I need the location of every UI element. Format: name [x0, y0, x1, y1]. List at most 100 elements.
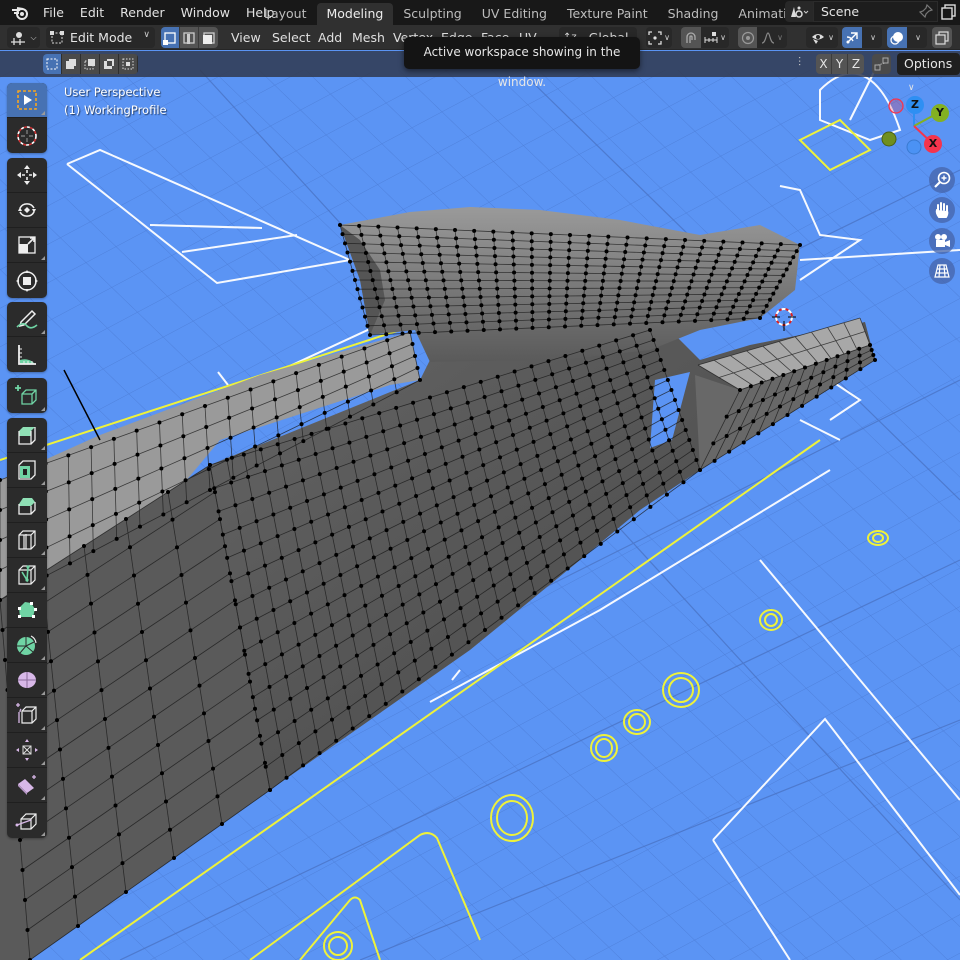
menu-mesh[interactable]: Mesh	[352, 25, 385, 50]
blender-logo-icon[interactable]	[9, 2, 31, 24]
proportional-falloff-dropdown[interactable]: ∨	[757, 27, 787, 48]
tool-transform[interactable]	[7, 263, 47, 298]
snap-toggle[interactable]	[681, 27, 701, 48]
mesh-vertex	[738, 426, 742, 431]
mesh-vertex	[711, 311, 716, 316]
tool-measure[interactable]	[7, 337, 47, 372]
select-set-button[interactable]	[43, 54, 62, 74]
xray-toggle[interactable]	[932, 27, 952, 48]
tool-cursor[interactable]	[7, 118, 47, 153]
gizmo-dropdown[interactable]: ∨	[862, 27, 882, 48]
visibility-dropdown[interactable]: ∨	[806, 27, 838, 48]
mesh-vertex	[330, 532, 335, 537]
tab-sculpting[interactable]: Sculpting	[393, 3, 471, 25]
ortho-toggle-button[interactable]	[929, 258, 955, 284]
overlays-dropdown[interactable]: ∨	[907, 27, 927, 48]
scene-name-field[interactable]: Scene	[813, 1, 938, 22]
mesh-vertex	[271, 512, 276, 517]
tool-rip-region[interactable]	[7, 803, 47, 838]
mirror-x-button[interactable]: X	[816, 54, 832, 74]
mesh-vertex	[441, 278, 446, 283]
tool-move[interactable]	[7, 158, 47, 193]
gizmo-neg-z[interactable]	[906, 139, 922, 155]
menu-window[interactable]: Window	[173, 2, 238, 24]
tool-spin[interactable]	[7, 628, 47, 663]
menu-render[interactable]: Render	[112, 2, 173, 24]
edge-select-button[interactable]	[180, 27, 199, 48]
mesh-vertex	[736, 292, 741, 297]
camera-view-button[interactable]	[929, 228, 955, 254]
mirror-y-button[interactable]: Y	[832, 54, 848, 74]
mesh-vertex	[275, 442, 280, 447]
mesh-vertex	[407, 286, 412, 291]
tool-inset-faces[interactable]	[7, 453, 47, 488]
zoom-button[interactable]	[929, 167, 955, 193]
tool-annotate[interactable]	[7, 302, 47, 337]
mesh-vertex	[719, 292, 724, 297]
tool-shrink-fatten[interactable]	[7, 733, 47, 768]
mesh-vertex	[208, 488, 212, 492]
tool-knife[interactable]	[7, 558, 47, 593]
mesh-vertex	[294, 371, 299, 376]
select-intersect-button[interactable]	[119, 54, 138, 74]
mesh-vertex	[513, 294, 517, 299]
menu-edit[interactable]: Edit	[72, 2, 112, 24]
menu-view[interactable]: View	[231, 25, 261, 50]
face-select-button[interactable]	[199, 27, 218, 48]
overlays-toggle[interactable]	[887, 27, 907, 48]
gizmo-z-axis[interactable]: Z	[906, 96, 924, 114]
mesh-vertex	[563, 486, 568, 491]
mirror-z-button[interactable]: Z	[848, 54, 864, 74]
snap-target-dropdown[interactable]: ∨	[701, 27, 729, 48]
tab-modeling[interactable]: Modeling	[316, 3, 394, 25]
mesh-vertex	[396, 313, 401, 318]
vertex-select-button[interactable]	[161, 27, 180, 48]
select-extend-button[interactable]	[62, 54, 81, 74]
tool-edge-slide[interactable]	[7, 698, 47, 733]
tool-scale[interactable]	[7, 228, 47, 263]
tab-shading[interactable]: Shading	[658, 3, 729, 25]
tool-add-cube[interactable]	[7, 378, 47, 413]
tab-uv-editing[interactable]: UV Editing	[472, 3, 557, 25]
tool-loop-cut[interactable]	[7, 523, 47, 558]
menu-file[interactable]: File	[35, 2, 72, 24]
tool-poly-build[interactable]	[7, 593, 47, 628]
mesh-vertex	[288, 505, 293, 510]
tab-layout[interactable]: Layout	[254, 3, 317, 25]
options-dropdown[interactable]: Options ∨	[897, 53, 960, 93]
tool-smooth[interactable]	[7, 663, 47, 698]
new-scene-icon[interactable]	[938, 1, 960, 22]
tool-bevel[interactable]	[7, 488, 47, 523]
mesh-vertex	[530, 310, 535, 315]
mode-dropdown[interactable]: Edit Mode ∨	[46, 27, 155, 48]
select-subtract-button[interactable]	[81, 54, 100, 74]
gizmo-x-axis[interactable]: X	[924, 135, 942, 153]
gizmo-neg-y[interactable]	[881, 131, 897, 147]
tool-rotate[interactable]	[7, 193, 47, 228]
menu-add[interactable]: Add	[318, 25, 342, 50]
gizmo-toggle[interactable]	[842, 27, 862, 48]
pan-button[interactable]	[929, 197, 955, 223]
mesh-vertex	[454, 236, 459, 241]
mesh-vertex	[462, 623, 467, 628]
auto-merge-toggle[interactable]	[872, 54, 891, 74]
select-difference-button[interactable]	[100, 54, 119, 74]
mesh-vertex	[818, 382, 822, 387]
gizmo-neg-x[interactable]	[888, 98, 904, 114]
mesh-vertex	[70, 865, 74, 870]
pivot-point-dropdown[interactable]: ∨	[646, 27, 672, 48]
menu-select[interactable]: Select	[272, 25, 311, 50]
tab-texture-paint[interactable]: Texture Paint	[557, 3, 658, 25]
mesh-vertex	[598, 408, 603, 413]
mesh-vertex	[309, 431, 314, 436]
editor-type-button[interactable]: ⌵	[7, 27, 40, 48]
tool-extrude-region[interactable]	[7, 418, 47, 453]
scene-browse-button[interactable]	[785, 1, 813, 22]
pin-icon[interactable]	[918, 3, 934, 23]
gizmo-y-axis[interactable]: Y	[931, 104, 949, 122]
proportional-edit-toggle[interactable]	[738, 27, 757, 48]
tool-select-box[interactable]	[7, 83, 47, 118]
3d-viewport[interactable]	[0, 0, 960, 960]
tool-shear[interactable]	[7, 768, 47, 803]
transform-icon	[16, 269, 38, 292]
